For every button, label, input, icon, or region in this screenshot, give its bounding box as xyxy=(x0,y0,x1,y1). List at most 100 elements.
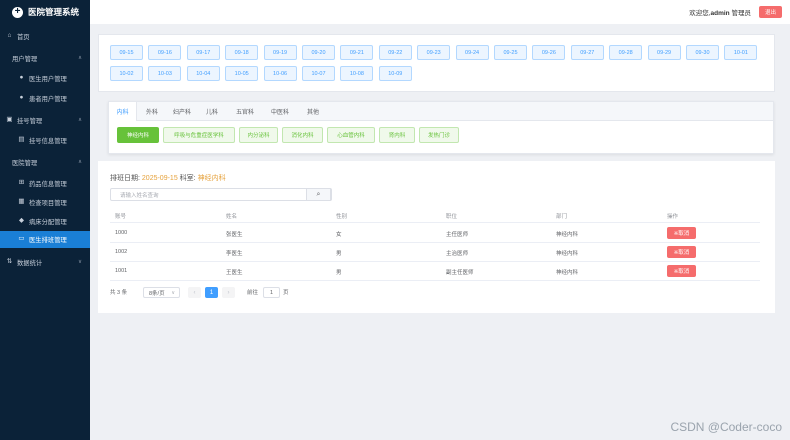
clipboard-icon: ▦ xyxy=(18,197,25,205)
goto-unit: 页 xyxy=(283,290,289,296)
department-panel: 内科 外科 妇产科 儿科 五官科 中医科 其他 神经内科 呼吸与危重症医学科 内分泌科 消化内科心… xyxy=(108,101,774,154)
prev-page-button[interactable]: ‹ xyxy=(188,287,201,298)
department-tab[interactable]: 外科 xyxy=(139,102,165,121)
chevron-up-icon: ∧ xyxy=(77,55,82,61)
date-chip[interactable]: 09-23 xyxy=(417,45,451,60)
department-tabs: 内科 外科 妇产科 儿科 五官科 中医科 其他 xyxy=(109,102,773,121)
department-tab[interactable]: 中医科 xyxy=(264,102,296,121)
logout-button[interactable]: 退出 xyxy=(758,6,782,18)
table-header-cell: 账号 xyxy=(115,214,127,220)
sub-department-chip[interactable]: 消化内科 xyxy=(282,127,323,143)
sidebar-item-stats[interactable]: ⇅ 数据统计 ∨ xyxy=(0,255,90,269)
plus-icon: + xyxy=(12,6,23,18)
date-chip[interactable]: 10-04 xyxy=(186,66,220,81)
goto-label: 前往 xyxy=(247,290,259,296)
date-chip[interactable]: 10-01 xyxy=(724,45,758,60)
sidebar-group-hospital[interactable]: 医院管理 ∧ xyxy=(0,155,90,169)
cancel-schedule-button[interactable]: ※取消 xyxy=(667,265,696,277)
sub-department-chip[interactable]: 内分泌科 xyxy=(239,127,278,143)
schedule-info: 排班日期: 2025-09-15 科室: 神经内科 xyxy=(110,175,226,182)
sub-department-chip[interactable]: 心血管内科 xyxy=(327,127,375,143)
table-header-cell: 操作 xyxy=(667,214,679,220)
cancel-schedule-button[interactable]: ※取消 xyxy=(667,246,696,258)
sub-department-chip[interactable]: 发热门诊 xyxy=(419,127,459,143)
schedule-department: 神经内科 xyxy=(197,175,226,182)
schedule-panel: 排班日期: 2025-09-15 科室: 神经内科 请输入姓名查询 ⌕ 账号 姓名… xyxy=(98,161,775,313)
next-page-button[interactable]: › xyxy=(222,287,235,298)
department-tab[interactable]: 内科 xyxy=(109,102,137,121)
date-chip[interactable]: 09-30 xyxy=(686,45,719,60)
table-cell-dept: 神经内科 xyxy=(556,270,579,276)
search-input[interactable]: 请输入姓名查询 ⌕ xyxy=(110,188,332,201)
page-size-select[interactable]: 8条/页 ∨ xyxy=(143,287,180,298)
date-chip[interactable]: 09-26 xyxy=(532,45,566,60)
date-chip[interactable]: 09-24 xyxy=(455,45,489,60)
user-icon: ● xyxy=(19,73,24,81)
app-title: 医院管理系统 xyxy=(28,7,80,17)
watermark: CSDN @Coder-coco xyxy=(670,420,782,434)
cancel-schedule-button[interactable]: ※取消 xyxy=(667,227,696,239)
date-chip[interactable]: 10-09 xyxy=(378,66,412,81)
sub-department-chip[interactable]: 呼吸与危重症医学科 xyxy=(163,127,235,143)
sidebar-item-home[interactable]: ⌂ 首页 xyxy=(0,29,90,43)
chevron-down-icon: ∨ xyxy=(77,259,82,265)
sidebar-group-users[interactable]: 用户管理 ∧ xyxy=(0,51,90,65)
date-chip[interactable]: 09-18 xyxy=(225,45,259,60)
page-number-current[interactable]: 1 xyxy=(205,287,218,298)
table-cell-dept: 神经内科 xyxy=(556,232,579,238)
department-tab[interactable]: 其他 xyxy=(299,102,327,121)
date-chip[interactable]: 10-07 xyxy=(302,66,335,81)
table-cell-position: 主治医师 xyxy=(446,251,469,257)
table-cell-name: 李医生 xyxy=(226,251,243,257)
date-chip[interactable]: 09-22 xyxy=(378,45,412,60)
date-chip[interactable]: 09-20 xyxy=(302,45,335,60)
department-tab[interactable]: 五官科 xyxy=(229,102,261,121)
search-icon: ⌕ xyxy=(316,190,321,198)
department-tab[interactable]: 妇产科 xyxy=(167,102,197,121)
sidebar-item-medicine[interactable]: ⊞ 药品信息管理 xyxy=(0,176,90,190)
date-chip[interactable]: 09-19 xyxy=(263,45,297,60)
date-chip[interactable]: 10-02 xyxy=(110,66,143,81)
table-cell-name: 张医生 xyxy=(226,232,243,238)
search-button[interactable]: ⌕ xyxy=(306,188,331,201)
table-cell-position: 主任医师 xyxy=(446,232,469,238)
goto-page-input[interactable]: 1 xyxy=(263,287,280,298)
welcome-text: 欢迎您,admin 管理员 xyxy=(689,10,751,17)
sidebar-item-bed[interactable]: ◆ 病床分配管理 xyxy=(0,214,90,228)
date-selector: 09-15 09-16 09-17 09-18 09-19 09-20 09-21 09-22… xyxy=(98,34,775,92)
date-chip[interactable]: 09-16 xyxy=(148,45,182,60)
home-icon: ⌂ xyxy=(7,31,12,39)
date-chip[interactable]: 10-08 xyxy=(340,66,374,81)
sub-department-chip[interactable]: 神经内科 xyxy=(117,127,159,143)
chevron-up-icon: ∧ xyxy=(77,159,82,165)
date-chip[interactable]: 10-03 xyxy=(148,66,182,81)
date-chip[interactable]: 09-29 xyxy=(647,45,681,60)
sidebar-item-patient-users[interactable]: ● 患者用户管理 xyxy=(0,91,90,105)
sub-department-chip[interactable]: 肾内科 xyxy=(379,127,415,143)
date-chip[interactable]: 09-28 xyxy=(609,45,643,60)
table-cell-account: 1002 xyxy=(115,249,128,255)
user-icon: ● xyxy=(19,93,24,101)
sidebar-group-registration[interactable]: ▣ 挂号管理 ∧ xyxy=(0,113,90,127)
date-chip[interactable]: 09-25 xyxy=(494,45,527,60)
date-chip[interactable]: 09-27 xyxy=(570,45,604,60)
department-tab[interactable]: 儿科 xyxy=(199,102,225,121)
date-chip[interactable]: 10-06 xyxy=(263,66,297,81)
sidebar-item-registration-info[interactable]: ▤ 挂号信息管理 xyxy=(0,133,90,147)
sidebar-item-doctor-users[interactable]: ● 医生用户管理 xyxy=(0,71,90,85)
date-chip[interactable]: 09-21 xyxy=(340,45,374,60)
chevron-down-icon: ∨ xyxy=(171,289,175,296)
date-chip[interactable]: 09-15 xyxy=(110,45,143,60)
medicine-icon: ⊞ xyxy=(18,178,25,186)
schedule-date: 2025-09-15 xyxy=(141,175,178,182)
chevron-right-icon: › xyxy=(227,289,230,296)
table-cell-gender: 女 xyxy=(336,232,342,238)
table-header-cell: 职位 xyxy=(446,214,458,220)
date-chip[interactable]: 09-17 xyxy=(186,45,220,60)
table-header-cell: 性别 xyxy=(336,214,348,220)
date-chip[interactable]: 10-05 xyxy=(225,66,259,81)
sidebar-item-doctor-schedule[interactable]: ▭ 医生排班管理 xyxy=(0,231,90,248)
list-icon: ▤ xyxy=(18,135,25,143)
table-cell-dept: 神经内科 xyxy=(556,251,579,257)
sidebar-item-examination[interactable]: ▦ 检查项目管理 xyxy=(0,195,90,209)
